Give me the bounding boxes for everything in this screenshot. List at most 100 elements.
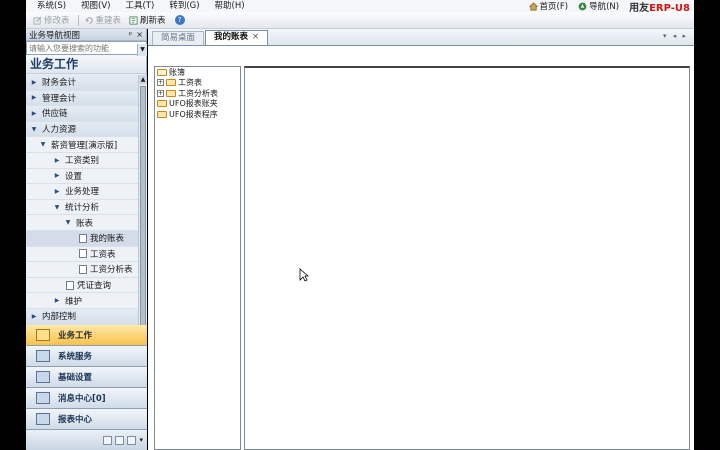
menu-tools[interactable]: 工具(T) bbox=[125, 0, 154, 12]
edit-table-label: 修改表 bbox=[44, 16, 70, 26]
nav-item-human-resources[interactable]: ▼ 人力资源 bbox=[26, 121, 138, 138]
scroll-thumb[interactable] bbox=[140, 86, 146, 331]
nav-item-ledgers[interactable]: ▼ 账表 bbox=[26, 215, 138, 231]
expand-arrow-icon: ▶ bbox=[54, 172, 60, 180]
nav-item-label: 工资类别 bbox=[65, 156, 100, 167]
home-button[interactable]: 首页(F) bbox=[528, 0, 569, 12]
nav-item-internal-control[interactable]: ▶ 内部控制 bbox=[26, 308, 138, 325]
rebuild-table-button[interactable]: 重建表 bbox=[82, 13, 125, 27]
report-center-button[interactable]: 报表中心 bbox=[26, 409, 147, 430]
tab-simple-desktop[interactable]: 简易桌面 bbox=[152, 31, 205, 45]
nav-item-voucher-query[interactable]: 凭证查询 bbox=[26, 278, 138, 294]
close-icon[interactable]: × bbox=[136, 30, 143, 39]
report-center-icon bbox=[36, 413, 50, 425]
collapse-arrow-icon: ▼ bbox=[40, 141, 46, 149]
nav-item-label: 业务处理 bbox=[65, 187, 100, 198]
home-label: 首页(F) bbox=[539, 2, 569, 12]
option-icon[interactable] bbox=[127, 435, 137, 445]
button-label: 业务工作 bbox=[58, 331, 93, 341]
nav-item-label: 人力资源 bbox=[42, 125, 77, 136]
navigation-panel: 业务导航视图 ᵖ × ▼ 业务工作 ▶ 财务会计 ▶ 管理会计 ▶ 供应链 ▼ 人力资源… bbox=[26, 29, 147, 450]
tab-bar: 简易桌面 我的账表 × ▾ ◂ ▸ bbox=[148, 29, 694, 46]
navigation-icon bbox=[578, 2, 587, 10]
toolbar-separator bbox=[77, 14, 79, 26]
expand-arrow-icon: ▶ bbox=[31, 109, 37, 117]
tree-node-wage-analysis[interactable]: + 工资分析表 bbox=[155, 88, 240, 99]
document-icon bbox=[79, 264, 87, 274]
system-service-button[interactable]: 系统服务 bbox=[26, 346, 147, 367]
section-title: 业务工作 bbox=[26, 55, 146, 74]
pin-icon[interactable]: ᵖ bbox=[129, 30, 132, 39]
nav-item-label: 管理会计 bbox=[42, 93, 77, 104]
expand-plus-icon[interactable]: + bbox=[157, 89, 164, 97]
tab-close-icon[interactable]: × bbox=[252, 32, 259, 42]
help-icon[interactable]: ? bbox=[174, 15, 185, 25]
folder-icon bbox=[166, 89, 176, 97]
edit-table-button[interactable]: 修改表 bbox=[30, 13, 73, 27]
tab-scroll-controls[interactable]: ▾ ◂ ▸ bbox=[663, 32, 688, 40]
expand-plus-icon[interactable]: + bbox=[157, 79, 164, 87]
button-label: 系统服务 bbox=[58, 352, 93, 362]
option-icon[interactable] bbox=[115, 435, 125, 445]
tree-node-label: 工资表 bbox=[178, 78, 202, 88]
tree-node-ufo-program[interactable]: UFO报表程序 bbox=[155, 109, 240, 120]
collapse-arrow-icon: ▼ bbox=[65, 219, 71, 227]
tree-node-label: 账簿 bbox=[169, 67, 185, 77]
nav-item-label: 统计分析 bbox=[65, 203, 100, 214]
edit-icon bbox=[33, 16, 42, 24]
menu-view[interactable]: 视图(V) bbox=[81, 0, 110, 12]
menubar-right: 首页(F) 导航(N) 用友ERP-U8 bbox=[528, 0, 694, 14]
nav-item-management-accounting[interactable]: ▶ 管理会计 bbox=[26, 90, 138, 107]
menu-help[interactable]: 帮助(H) bbox=[215, 0, 245, 12]
message-center-icon bbox=[36, 392, 50, 404]
button-label: 基础设置 bbox=[58, 373, 93, 383]
scroll-up-icon[interactable]: ▲ bbox=[139, 75, 147, 84]
function-search-input[interactable] bbox=[26, 41, 147, 55]
nav-scrollbar[interactable]: ▲ ▼ bbox=[138, 75, 147, 352]
expand-arrow-icon: ▶ bbox=[31, 312, 37, 320]
panel-header: 业务导航视图 ᵖ × bbox=[26, 29, 146, 41]
nav-item-payroll[interactable]: ▼ 薪资管理[演示版] bbox=[26, 137, 138, 153]
rebuild-icon bbox=[85, 16, 93, 24]
nav-button[interactable]: 导航(N) bbox=[578, 0, 619, 12]
folder-icon bbox=[157, 100, 167, 108]
system-service-icon bbox=[36, 350, 50, 362]
nav-item-wage-analysis[interactable]: 工资分析表 bbox=[26, 262, 138, 278]
home-icon bbox=[528, 1, 538, 10]
nav-item-label: 设置 bbox=[65, 171, 83, 182]
menu-system[interactable]: 系统(S) bbox=[37, 0, 66, 12]
nav-item-maintenance[interactable]: ▶ 维护 bbox=[26, 293, 138, 309]
message-center-button[interactable]: 消息中心[0] bbox=[26, 388, 147, 409]
menu-goto[interactable]: 转到(G) bbox=[169, 0, 199, 12]
nav-item-my-ledgers[interactable]: 我的账表 bbox=[26, 230, 138, 247]
basic-settings-button[interactable]: 基础设置 bbox=[26, 367, 147, 388]
report-detail-pane[interactable] bbox=[244, 66, 690, 450]
nav-item-finance[interactable]: ▶ 财务会计 bbox=[26, 75, 138, 91]
tree-node-ledger-root[interactable]: 账簿 bbox=[155, 67, 240, 78]
panel-title: 业务导航视图 bbox=[29, 30, 81, 41]
business-work-button[interactable]: 业务工作 bbox=[26, 325, 147, 346]
nav-item-wage-table[interactable]: 工资表 bbox=[26, 247, 138, 263]
nav-item-statistics[interactable]: ▼ 统计分析 bbox=[26, 200, 138, 216]
nav-item-settings[interactable]: ▶ 设置 bbox=[26, 169, 138, 185]
panel-header-buttons: ᵖ × bbox=[129, 30, 143, 39]
search-dropdown-button[interactable]: ▼ bbox=[137, 44, 147, 56]
expand-arrow-icon: ▶ bbox=[54, 187, 60, 195]
collapse-arrow-icon: ▼ bbox=[31, 125, 37, 133]
tree-node-label: 工资分析表 bbox=[178, 88, 218, 98]
collapse-arrow-icon: ▼ bbox=[54, 203, 60, 211]
ledger-tree-pane: 账簿 + 工资表 + 工资分析表 UFO报表账夹 UFO报表程序 bbox=[154, 66, 241, 450]
nav-item-supply-chain[interactable]: ▶ 供应链 bbox=[26, 106, 138, 122]
nav-item-wage-category[interactable]: ▶ 工资类别 bbox=[26, 153, 138, 169]
tree-node-ufo-folder[interactable]: UFO报表账夹 bbox=[155, 99, 240, 110]
option-icon[interactable] bbox=[103, 435, 113, 445]
nav-label: 导航(N) bbox=[589, 2, 620, 12]
tab-my-ledgers[interactable]: 我的账表 × bbox=[205, 30, 269, 45]
nav-item-business-processing[interactable]: ▶ 业务处理 bbox=[26, 184, 138, 200]
options-dropdown-icon[interactable]: ▾ bbox=[139, 436, 143, 444]
document-icon bbox=[66, 280, 74, 290]
nav-item-label: 工资分析表 bbox=[90, 265, 133, 276]
menu-bar: 系统(S) 视图(V) 工具(T) 转到(G) 帮助(H) 首页(F) 导航(N… bbox=[26, 0, 694, 14]
refresh-table-button[interactable]: 刷新表 bbox=[126, 13, 169, 27]
tree-node-wage-table[interactable]: + 工资表 bbox=[155, 78, 240, 89]
